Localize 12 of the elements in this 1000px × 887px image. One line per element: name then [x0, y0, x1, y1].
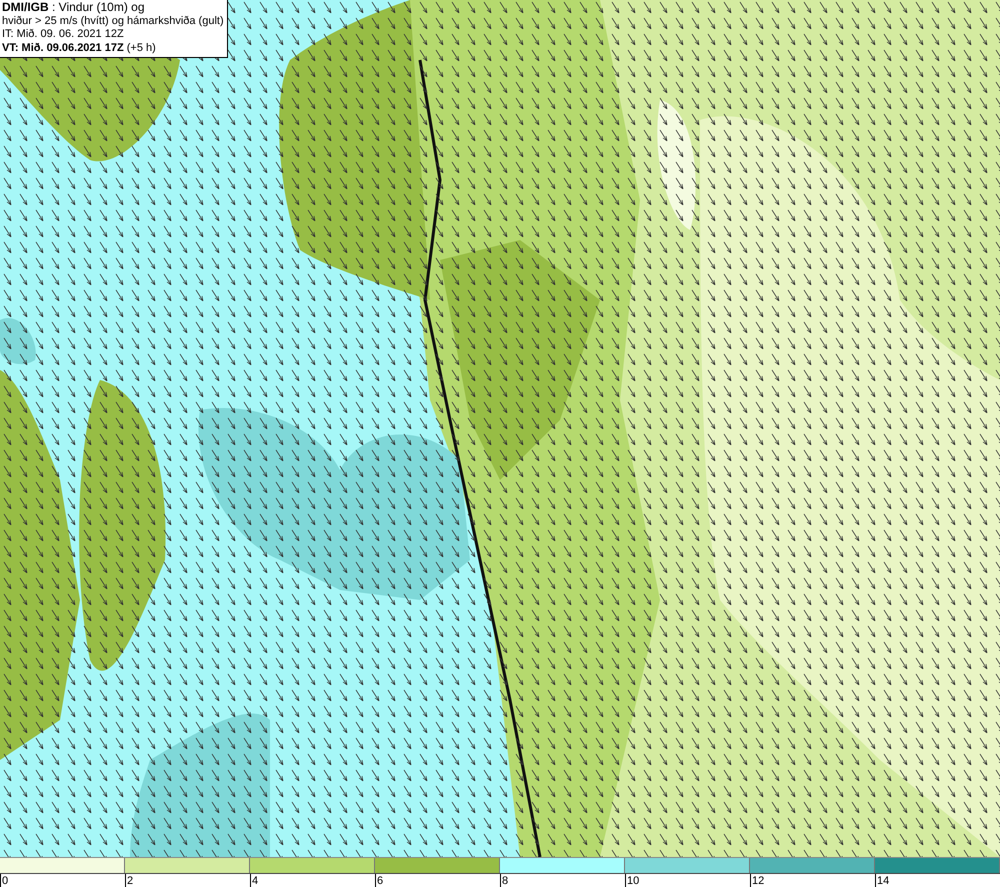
title-line: IT: Mið. 09. 06. 2021 12Z	[2, 28, 125, 42]
legend-tick-label: 14	[875, 874, 890, 887]
legend-tick-label: 6	[375, 874, 384, 887]
title-line: hviður > 25 m/s (hvítt) og hámarkshviða (gult)	[2, 14, 224, 28]
legend-tick-label: 10	[625, 874, 640, 887]
title-line: VT: Mið. 09.06.2021 17Z (+5 h)	[2, 42, 157, 55]
title-line: DMI/IGB : Vindur (10m) og	[2, 1, 146, 14]
legend-tick-label: 0	[0, 874, 8, 887]
legend-tick-label: 12	[750, 874, 764, 887]
legend-tick-label: 4	[250, 874, 258, 887]
legend-tick-label: 2	[125, 874, 134, 887]
legend-tick-label: 8	[500, 874, 508, 887]
